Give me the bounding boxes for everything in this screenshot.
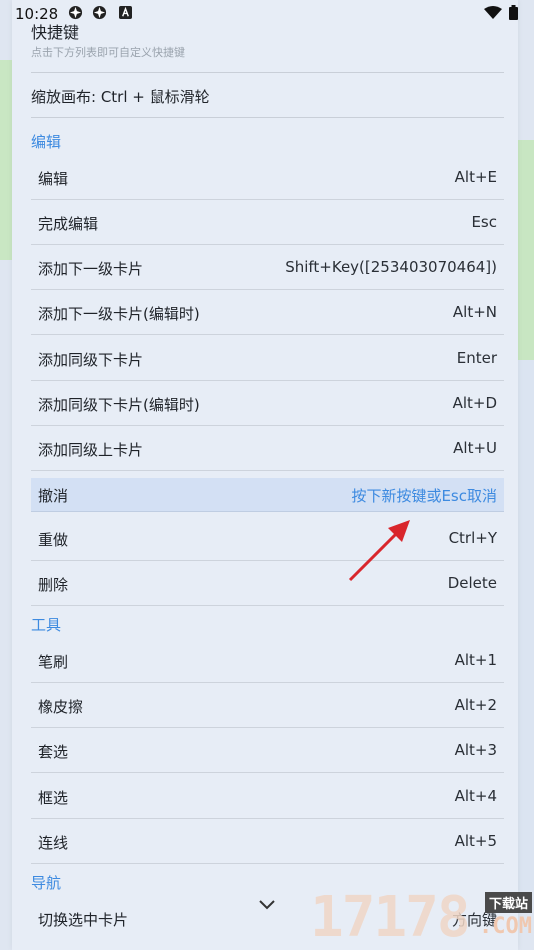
shortcut-row-add-sibling-below-editing[interactable]: 添加同级下卡片(编辑时) Alt+D <box>31 382 504 426</box>
shortcut-name: 添加同级下卡片 <box>38 351 144 369</box>
shortcut-key-prompt: 按下新按键或Esc取消 <box>351 487 497 505</box>
shortcut-name: 添加同级上卡片 <box>38 441 144 459</box>
shortcut-row-lasso[interactable]: 套选 Alt+3 <box>31 729 504 773</box>
page-subtitle: 点击下方列表即可自定义快捷键 <box>31 46 185 59</box>
shortcut-key: Alt+D <box>452 394 497 412</box>
divider <box>31 72 504 73</box>
shortcut-key: Alt+U <box>453 439 497 457</box>
watermark-tag: 下载站 <box>484 892 532 913</box>
shortcut-name: 添加下一级卡片(编辑时) <box>38 305 200 323</box>
shortcut-key: Alt+1 <box>454 651 497 669</box>
section-header-nav: 导航 <box>31 874 62 892</box>
shortcut-name: 完成编辑 <box>38 215 99 233</box>
shortcut-row-add-sibling-below[interactable]: 添加同级下卡片 Enter <box>31 337 504 381</box>
app-notification-icon <box>68 5 83 20</box>
shortcut-key: Alt+4 <box>454 787 497 805</box>
shortcut-name: 橡皮擦 <box>38 698 84 716</box>
zoom-hint: 缩放画布: Ctrl + 鼠标滑轮 <box>31 88 210 106</box>
shortcut-key: Shift+Key([253403070464]) <box>285 258 497 276</box>
status-time: 10:28 <box>15 5 59 23</box>
shortcut-row-finish-edit[interactable]: 完成编辑 Esc <box>31 201 504 245</box>
shortcut-row-undo-recording[interactable]: 撤消 按下新按键或Esc取消 <box>31 478 504 512</box>
shortcut-row-add-child-card[interactable]: 添加下一级卡片 Shift+Key([253403070464]) <box>31 246 504 290</box>
watermark-digits: 17178 <box>310 885 471 950</box>
battery-icon <box>508 5 518 20</box>
shortcut-row-delete[interactable]: 删除 Delete <box>31 562 504 606</box>
shortcut-name: 撤消 <box>38 487 69 505</box>
shortcut-key: Alt+N <box>452 303 497 321</box>
shortcut-row-box-select[interactable]: 框选 Alt+4 <box>31 775 504 819</box>
shortcut-key: Ctrl+Y <box>448 529 497 547</box>
background-canvas-green-right <box>518 140 534 360</box>
shortcut-key: Alt+E <box>454 168 497 186</box>
shortcut-name: 连线 <box>38 834 69 852</box>
shortcut-row-add-sibling-above[interactable]: 添加同级上卡片 Alt+U <box>31 427 504 471</box>
shortcut-key: Alt+2 <box>454 696 497 714</box>
shortcut-name: 删除 <box>38 576 69 594</box>
shortcut-row-eraser[interactable]: 橡皮擦 Alt+2 <box>31 684 504 728</box>
shortcut-row-brush[interactable]: 笔刷 Alt+1 <box>31 639 504 683</box>
section-header-edit: 编辑 <box>31 133 62 151</box>
shortcut-name: 套选 <box>38 743 69 761</box>
watermark-logo: 17178 下载站 .COM <box>310 886 534 950</box>
shortcut-row-edit[interactable]: 编辑 Alt+E <box>31 156 504 200</box>
shortcut-key: Esc <box>471 213 497 231</box>
wifi-icon <box>484 5 502 20</box>
shortcut-key: Delete <box>447 574 497 592</box>
shortcut-key: Alt+3 <box>454 741 497 759</box>
shortcut-key: Enter <box>456 349 497 367</box>
annotation-arrow-icon <box>348 520 410 582</box>
shortcut-name: 添加下一级卡片 <box>38 260 144 278</box>
shortcut-key: Alt+5 <box>454 832 497 850</box>
shortcut-name: 笔刷 <box>38 653 69 671</box>
shortcut-name: 切换选中卡片 <box>38 911 129 929</box>
status-bar: 10:28 <box>0 0 534 28</box>
background-canvas-blue-right <box>518 360 534 890</box>
shortcut-row-add-child-card-editing[interactable]: 添加下一级卡片(编辑时) Alt+N <box>31 291 504 335</box>
watermark-domain: .COM <box>479 914 532 939</box>
app-notification-icon-2 <box>92 5 107 20</box>
shortcut-name: 添加同级下卡片(编辑时) <box>38 396 200 414</box>
text-notification-icon <box>118 5 133 20</box>
shortcut-name: 重做 <box>38 531 69 549</box>
shortcut-name: 编辑 <box>38 170 69 188</box>
section-header-tools: 工具 <box>31 616 62 634</box>
chevron-down-icon[interactable] <box>258 897 276 916</box>
divider <box>31 117 504 118</box>
shortcut-name: 框选 <box>38 789 69 807</box>
shortcut-row-redo[interactable]: 重做 Ctrl+Y <box>31 517 504 561</box>
shortcut-row-connect[interactable]: 连线 Alt+5 <box>31 820 504 864</box>
